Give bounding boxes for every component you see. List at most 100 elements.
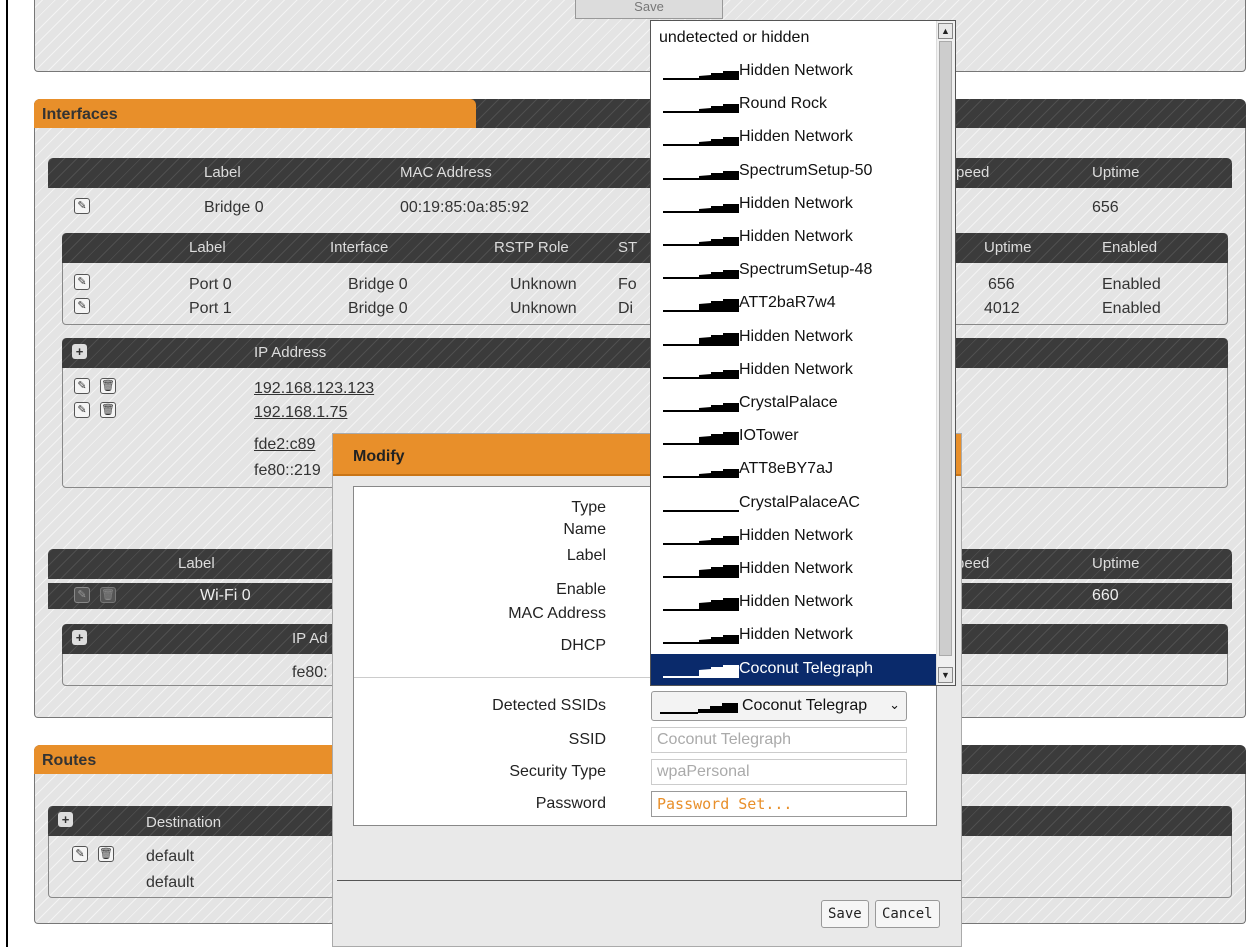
dropdown-option[interactable]: Hidden Network	[651, 322, 937, 355]
signal-strength-icon	[663, 171, 739, 180]
dropdown-header: undetected or hidden	[659, 29, 810, 46]
dhcp-label: DHCP	[560, 637, 606, 654]
plus-icon[interactable]: +	[72, 344, 87, 359]
wrench-icon[interactable]: ✎	[74, 298, 90, 314]
port-uptime: 656	[988, 276, 1015, 293]
dropdown-scrollbar[interactable]: ▲ ▼	[936, 21, 955, 685]
signal-strength-icon	[663, 71, 739, 80]
ip-link[interactable]: fde2:c89	[254, 436, 315, 454]
dropdown-option[interactable]: Hidden Network	[651, 355, 937, 388]
dropdown-option[interactable]: Hidden Network	[651, 189, 937, 222]
port-st: Fo	[618, 276, 637, 293]
wrench-icon[interactable]: ✎	[74, 274, 90, 290]
dropdown-option[interactable]: Hidden Network	[651, 587, 937, 620]
wrench-icon[interactable]: ✎	[74, 402, 90, 418]
table-row: ✎ 🗑 192.168.1.75	[62, 398, 662, 424]
dropdown-option[interactable]: Hidden Network	[651, 521, 937, 554]
dropdown-option-label: SpectrumSetup-48	[739, 261, 873, 278]
signal-strength-icon	[663, 333, 739, 346]
trash-icon[interactable]: 🗑	[100, 378, 116, 394]
table-row: ✎ Port 0 Bridge 0 Unknown Fo 656 Enabled	[62, 270, 1228, 296]
wrench-icon[interactable]: ✎	[74, 378, 90, 394]
dropdown-option[interactable]: Hidden Network	[651, 620, 937, 653]
ssid-field[interactable]	[651, 727, 907, 753]
scroll-up-icon[interactable]: ▲	[938, 23, 953, 39]
port-enabled: Enabled	[1102, 300, 1161, 317]
dropdown-option-label: CrystalPalaceAC	[739, 494, 860, 511]
password-field[interactable]	[651, 791, 907, 817]
dropdown-option-label: Hidden Network	[739, 361, 853, 378]
port-st: Di	[618, 300, 634, 317]
trash-icon[interactable]: 🗑	[100, 402, 116, 418]
col-ip: IP Address	[254, 344, 327, 361]
col-rstp: RSTP Role	[494, 239, 569, 256]
signal-strength-icon	[663, 598, 739, 611]
dropdown-option[interactable]: ATT2baR7w4	[651, 288, 937, 321]
signal-strength-icon	[663, 665, 739, 678]
scrollbar-thumb[interactable]	[939, 41, 952, 656]
port-table-header: Label Interface RSTP Role ST Uptime Enab…	[62, 233, 1228, 263]
dropdown-option[interactable]: Hidden Network	[651, 222, 937, 255]
mac-label: MAC Address	[508, 605, 606, 622]
ssid-dropdown-list[interactable]: undetected or hidden Hidden Network Round…	[650, 20, 956, 686]
port-interface: Bridge 0	[348, 300, 408, 317]
cancel-button[interactable]: Cancel	[875, 900, 940, 928]
col-port-interface: Interface	[330, 239, 389, 256]
col-port-uptime: Uptime	[984, 239, 1032, 256]
dropdown-option-label: ATT2baR7w4	[739, 294, 836, 311]
dropdown-option[interactable]: Round Rock	[651, 89, 937, 122]
ip-table-header: + IP Address	[62, 338, 1228, 368]
dropdown-option[interactable]: IOTower	[651, 421, 937, 454]
wifi-ip-text: fe80:	[292, 664, 328, 681]
dropdown-option[interactable]: Hidden Network	[651, 56, 937, 89]
signal-strength-icon	[663, 403, 739, 412]
save-button[interactable]: Save	[821, 900, 869, 928]
dropdown-option[interactable]: CrystalPalaceAC	[651, 488, 937, 521]
dropdown-option[interactable]: Hidden Network	[651, 122, 937, 155]
ip-link[interactable]: 192.168.123.123	[254, 380, 374, 398]
port-interface: Bridge 0	[348, 276, 408, 293]
plus-icon[interactable]: +	[58, 812, 73, 827]
detected-ssids-select[interactable]: Coconut Telegrap ⌄	[651, 691, 907, 721]
dropdown-option-label: Coconut Telegraph	[739, 660, 874, 677]
signal-strength-icon	[663, 270, 739, 279]
trash-icon[interactable]: 🗑	[98, 846, 114, 862]
trash-icon[interactable]: 🗑	[100, 587, 116, 603]
wifi-label: Wi-Fi 0	[200, 587, 251, 604]
ip-text: fe80::219	[254, 462, 321, 479]
col-destination: Destination	[146, 814, 222, 831]
page-frame: Save Interfaces Label MAC Address Speed …	[6, 0, 1256, 947]
wifi-uptime: 660	[1092, 587, 1119, 604]
name-label: Name	[563, 521, 606, 538]
signal-strength-icon	[663, 469, 739, 478]
plus-icon[interactable]: +	[72, 630, 87, 645]
wrench-icon[interactable]: ✎	[72, 846, 88, 862]
dropdown-option[interactable]: CrystalPalace	[651, 388, 937, 421]
table-row: ✎ Port 1 Bridge 0 Unknown Di 4012 Enable…	[62, 294, 1228, 320]
label-label: Label	[566, 547, 606, 564]
col-st: ST	[618, 239, 638, 256]
signal-strength-icon	[663, 536, 739, 545]
top-save-button[interactable]: Save	[575, 0, 723, 19]
dropdown-option-label: Hidden Network	[739, 560, 853, 577]
signal-strength-icon	[663, 432, 739, 445]
dropdown-option-label: Hidden Network	[739, 593, 853, 610]
wrench-icon[interactable]: ✎	[74, 587, 90, 603]
col-wifi-uptime: Uptime	[1092, 555, 1140, 572]
enable-label: Enable	[556, 581, 606, 598]
signal-strength-icon	[663, 565, 739, 578]
security-type-field[interactable]	[651, 759, 907, 785]
wrench-icon[interactable]: ✎	[74, 198, 90, 214]
scroll-down-icon[interactable]: ▼	[938, 667, 953, 683]
dropdown-option-label: Hidden Network	[739, 62, 853, 79]
bridge-label: Bridge 0	[204, 199, 264, 216]
dropdown-option[interactable]: SpectrumSetup-48	[651, 255, 937, 288]
port-label: Port 0	[189, 276, 232, 293]
col-mac: MAC Address	[400, 164, 492, 181]
ip-link[interactable]: 192.168.1.75	[254, 404, 347, 422]
dropdown-option[interactable]: Coconut Telegraph	[651, 654, 937, 685]
dropdown-option[interactable]: Hidden Network	[651, 554, 937, 587]
dropdown-option[interactable]: ATT8eBY7aJ	[651, 454, 937, 487]
signal-strength-icon	[663, 635, 739, 644]
dropdown-option[interactable]: SpectrumSetup-50	[651, 156, 937, 189]
